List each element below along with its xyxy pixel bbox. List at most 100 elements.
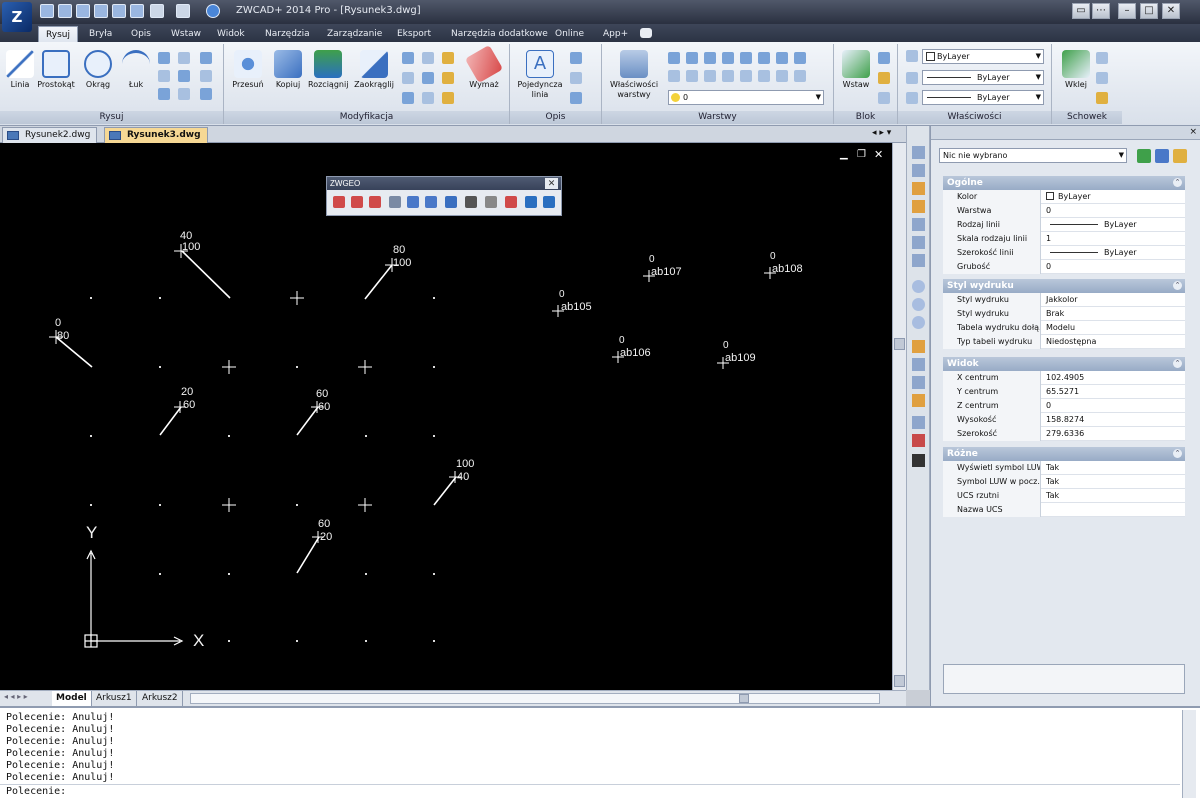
zwgeo-tool-4-icon[interactable] [389, 196, 401, 208]
zwgeo-tool-9-icon[interactable] [485, 196, 497, 208]
layout-tab-arkusz1[interactable]: Arkusz1 [92, 691, 137, 706]
scale-icon[interactable] [402, 72, 414, 84]
zwgeo-tool-5-icon[interactable] [407, 196, 419, 208]
trim-icon[interactable] [422, 52, 434, 64]
copy-clip-icon[interactable] [1096, 72, 1108, 84]
print-icon[interactable] [112, 4, 126, 18]
section-styl-wydruku[interactable]: Styl wydruku ⌃ [943, 279, 1185, 293]
tab-narzedzia[interactable]: Narzędzia [258, 26, 317, 42]
leader-icon[interactable] [570, 72, 582, 84]
command-window[interactable]: Polecenie: Anuluj! Polecenie: Anuluj! Po… [0, 706, 1200, 800]
open-file-icon[interactable] [58, 4, 72, 18]
rectangle-button[interactable]: Prostokąt [36, 50, 76, 90]
doc-tab-rysunek3[interactable]: Rysunek3.dwg [104, 127, 208, 143]
layer-tool-7-icon[interactable] [776, 52, 788, 64]
vtool-9-icon[interactable] [912, 298, 925, 311]
paste-button[interactable]: Wklej [1056, 50, 1096, 90]
zwgeo-tool-8-icon[interactable] [465, 196, 477, 208]
layer-tool-1-icon[interactable] [668, 52, 680, 64]
layer-tool-9-icon[interactable] [668, 70, 680, 82]
layer-tool-11-icon[interactable] [704, 70, 716, 82]
layer-properties-button[interactable]: Właściwości warstwy [608, 50, 660, 100]
line-button[interactable]: Linia [0, 50, 40, 90]
help-icon[interactable] [206, 4, 220, 18]
viewport-restore-icon[interactable]: ❐ [857, 149, 866, 160]
window-options-icon[interactable]: ⋯ [1092, 3, 1110, 19]
save-icon[interactable] [76, 4, 90, 18]
zwgeo-tool-12-icon[interactable] [543, 196, 555, 208]
viewport-minimize-icon[interactable]: ▁ [840, 149, 848, 160]
property-row[interactable]: UCS rzutni Tak [943, 489, 1185, 503]
break-icon[interactable] [442, 92, 454, 104]
color-dropdown[interactable]: ByLayer ▼ [922, 49, 1044, 64]
lineweight-dropdown[interactable]: ByLayer ▼ [922, 90, 1044, 105]
property-row[interactable]: Y centrum 65.5271 [943, 385, 1185, 399]
match-properties-icon[interactable] [906, 50, 918, 62]
tab-narzedzia-dodatkowe[interactable]: Narzędzia dodatkowe [444, 26, 555, 42]
vtool-4-icon[interactable] [912, 200, 925, 213]
zwgeo-toolbar-title[interactable]: ZWGEO [327, 177, 561, 190]
layer-tool-14-icon[interactable] [758, 70, 770, 82]
close-button[interactable]: ✕ [1162, 3, 1180, 19]
tab-scroll-arrows-icon[interactable]: ◂ ▸ ▾ [872, 128, 891, 138]
drawing-canvas[interactable]: 40 100 80 100 0 80 20 60 60 60 100 40 60… [0, 143, 892, 690]
layer-tool-6-icon[interactable] [758, 52, 770, 64]
mirror-icon[interactable] [442, 52, 454, 64]
layer-tool-16-icon[interactable] [794, 70, 806, 82]
maximize-button[interactable]: □ [1140, 3, 1158, 19]
vtool-14-icon[interactable] [912, 394, 925, 407]
property-row[interactable]: Nazwa UCS [943, 503, 1185, 517]
section-ogolne[interactable]: Ogólne ⌃ [943, 176, 1185, 190]
doc-tab-rysunek2[interactable]: Rysunek2.dwg [2, 127, 98, 143]
vtool-17-icon[interactable] [912, 454, 925, 467]
property-row[interactable]: Warstwa 0 [943, 204, 1185, 218]
select-objects-icon[interactable] [1155, 149, 1169, 163]
quick-select-icon[interactable] [1137, 149, 1151, 163]
horizontal-scrollbar[interactable] [190, 693, 880, 704]
undo-icon[interactable] [150, 4, 164, 18]
collapse-icon[interactable]: ⌃ [1173, 449, 1182, 458]
property-row[interactable]: Symbol LUW w pocz... Tak [943, 475, 1185, 489]
vtool-1-icon[interactable] [912, 146, 925, 159]
tab-widok[interactable]: Widok [210, 26, 252, 42]
zwgeo-tool-7-icon[interactable] [445, 196, 457, 208]
table-icon[interactable] [570, 92, 582, 104]
tab-zarzadzanie[interactable]: Zarządzanie [320, 26, 389, 42]
property-row[interactable]: Kolor ByLayer [943, 190, 1185, 204]
boundary-icon[interactable] [200, 70, 212, 82]
property-row[interactable]: Typ tabeli wydruku Niedostępna [943, 335, 1185, 349]
vtool-6-icon[interactable] [912, 236, 925, 249]
array-icon[interactable] [402, 92, 414, 104]
hatch-icon[interactable] [158, 70, 170, 82]
tab-opis[interactable]: Opis [124, 26, 158, 42]
layer-tool-8-icon[interactable] [794, 52, 806, 64]
vtool-13-icon[interactable] [912, 376, 925, 389]
section-widok[interactable]: Widok ⌃ [943, 357, 1185, 371]
linetype-icon[interactable] [906, 72, 918, 84]
scroll-thumb[interactable] [894, 338, 905, 350]
minimize-button[interactable]: – [1118, 3, 1136, 19]
vtool-2-icon[interactable] [912, 164, 925, 177]
pickadd-icon[interactable] [1173, 149, 1187, 163]
redo-icon[interactable] [176, 4, 190, 18]
polyline-icon[interactable] [158, 52, 170, 64]
layer-tool-3-icon[interactable] [704, 52, 716, 64]
layer-tool-10-icon[interactable] [686, 70, 698, 82]
vtool-12-icon[interactable] [912, 358, 925, 371]
ellipse-icon[interactable] [158, 88, 170, 100]
tab-online[interactable]: Online [548, 26, 591, 42]
vertical-scrollbar[interactable] [892, 143, 906, 690]
zwgeo-tool-11-icon[interactable] [525, 196, 537, 208]
tab-rysuj[interactable]: Rysuj [38, 26, 78, 42]
collapse-icon[interactable]: ⌃ [1173, 178, 1182, 187]
property-row[interactable]: Rodzaj linii ByLayer [943, 218, 1185, 232]
linetype-dropdown[interactable]: ByLayer ▼ [922, 70, 1044, 85]
property-row[interactable]: X centrum 102.4905 [943, 371, 1185, 385]
polygon-icon[interactable] [178, 52, 190, 64]
single-line-text-button[interactable]: A Pojedyncza linia [516, 50, 564, 100]
copy-button[interactable]: Kopiuj [268, 50, 308, 90]
collapse-icon[interactable]: ⌃ [1173, 281, 1182, 290]
save-as-icon[interactable] [94, 4, 108, 18]
layer-tool-15-icon[interactable] [776, 70, 788, 82]
vtool-16-icon[interactable] [912, 434, 925, 447]
